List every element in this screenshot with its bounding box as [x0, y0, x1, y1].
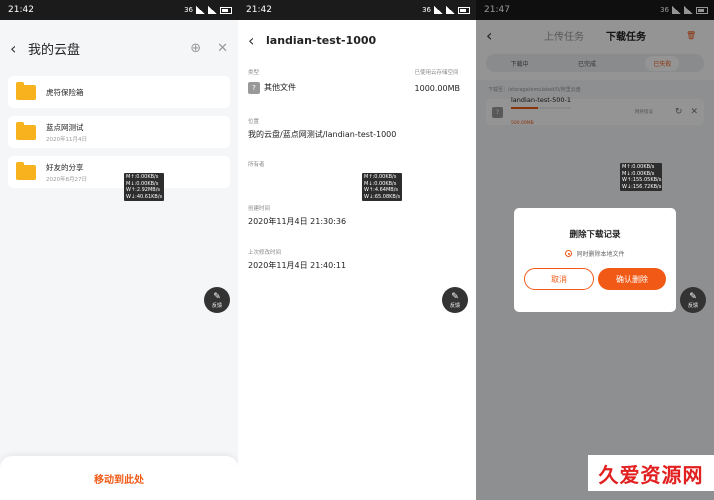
- page-title: landian-test-1000: [266, 33, 377, 47]
- move-here-button[interactable]: 移动到此处: [0, 456, 238, 500]
- signal-icon: [208, 6, 217, 14]
- page-title: 我的云盘: [28, 42, 81, 58]
- speed-line: W↓:156.72KB/s: [622, 183, 662, 190]
- speed-line: M↑:0.00KB/s: [622, 164, 655, 170]
- signal-icon: [446, 6, 455, 14]
- modified-label: 上次修改时间: [248, 250, 282, 256]
- speed-line: M↑:0.00KB/s: [126, 174, 159, 180]
- edit-icon: ✎: [213, 291, 221, 302]
- top-nav: ‹ landian-test-1000: [238, 20, 476, 60]
- owner-label: 所有者: [248, 162, 265, 168]
- shared-folder-icon: [16, 161, 36, 180]
- delete-dialog: 删除下载记录 同时删除本地文件 取消 确认删除: [514, 208, 676, 312]
- close-icon[interactable]: ✕: [217, 41, 228, 56]
- used-value: 1000.00MB: [414, 84, 460, 93]
- battery-icon: [220, 6, 232, 14]
- speed-line: W↑:155.05KB/s: [622, 177, 662, 183]
- battery-icon: [458, 6, 470, 14]
- radio-icon[interactable]: [565, 250, 573, 257]
- move-here-label: 移动到此处: [94, 474, 144, 486]
- edit-icon: ✎: [689, 291, 697, 302]
- speed-line: W↓:40.61KB/s: [126, 193, 163, 200]
- signal-icon: [196, 6, 205, 14]
- new-folder-icon[interactable]: ⊕: [190, 41, 201, 56]
- detail-panel: 类型 ? 其他文件 已使用云存储空间 1000.00MB 位置 我的云盘/蓝点网测…: [238, 60, 476, 500]
- folder-icon: [16, 121, 36, 140]
- status-time: 21:42: [8, 5, 34, 15]
- feedback-label: 反馈: [449, 302, 460, 309]
- screen-my-drive: 21:42 36 ‹ 我的云盘 ⊕ ✕ 虎符保险箱 蓝点网测试 2020年11月…: [0, 0, 238, 500]
- dialog-title: 删除下载记录: [569, 230, 621, 240]
- feedback-button[interactable]: ✎ 反馈: [442, 287, 468, 313]
- status-bar: 21:42 36: [0, 0, 238, 20]
- speed-line: W↑:4.64MB/s: [364, 187, 398, 193]
- folder-name: 好友的分享: [46, 162, 84, 172]
- folder-item[interactable]: 好友的分享 2020年8月27日: [8, 156, 230, 188]
- back-icon[interactable]: ‹: [248, 31, 266, 50]
- status-time: 21:42: [246, 5, 272, 15]
- modified-value: 2020年11月4日 21:40:11: [248, 261, 347, 270]
- back-icon[interactable]: ‹: [10, 39, 28, 58]
- top-nav: ‹ 我的云盘 ⊕ ✕: [0, 20, 238, 76]
- folder-date: 2020年11月4日: [46, 136, 87, 143]
- used-label: 已使用云存储空间: [414, 70, 459, 76]
- delete-local-label: 同时删除本地文件: [576, 251, 625, 258]
- status-icons: 36: [422, 6, 470, 14]
- speed-overlay: M↑:0.00KB/s M↓:0.00KB/s W↑:2.92MB/s W↓:4…: [124, 173, 164, 201]
- speed-line: M↑:0.00KB/s: [364, 174, 397, 180]
- screen-file-detail: 21:42 36 ‹ landian-test-1000 类型 ? 其他文件 已…: [238, 0, 476, 500]
- folder-item[interactable]: 蓝点网测试 2020年11月4日: [8, 116, 230, 148]
- screen-transfer-tasks: 21:47 36 ‹ 上传任务 下载任务 🗑 下载中 已完成 已失败 下载至：/…: [476, 0, 714, 500]
- folder-name: 虎符保险箱: [46, 87, 84, 97]
- status-bar: 21:42 36: [238, 0, 476, 20]
- speed-overlay: M↑:0.00KB/s M↓:0.00KB/s W↑:155.05KB/s W↓…: [620, 163, 662, 191]
- unknown-file-icon: ?: [248, 82, 260, 94]
- confirm-delete-button[interactable]: 确认删除: [598, 268, 666, 290]
- feedback-label: 反馈: [687, 302, 698, 309]
- edit-icon: ✎: [451, 291, 459, 302]
- screens: 21:42 36 ‹ 我的云盘 ⊕ ✕ 虎符保险箱 蓝点网测试 2020年11月…: [0, 0, 714, 500]
- cancel-button[interactable]: 取消: [524, 268, 594, 290]
- speed-overlay: M↑:0.00KB/s M↓:0.00KB/s W↑:4.64MB/s W↓:6…: [362, 173, 402, 201]
- speed-line: W↑:2.92MB/s: [126, 187, 160, 193]
- status-icons: 36: [184, 6, 232, 14]
- location-value: 我的云盘/蓝点网测试/landian-test-1000: [248, 130, 397, 139]
- folder-icon: [16, 81, 36, 100]
- folder-name: 蓝点网测试: [46, 122, 84, 132]
- speed-line: W↓:65.08KB/s: [364, 193, 401, 200]
- folder-date: 2020年8月27日: [46, 176, 87, 183]
- network-indicator: 36: [422, 6, 431, 14]
- watermark: 久爱资源网: [588, 455, 714, 491]
- created-label: 创建时间: [248, 206, 271, 212]
- folder-item[interactable]: 虎符保险箱: [8, 76, 230, 108]
- signal-icon: [434, 6, 443, 14]
- feedback-button[interactable]: ✎ 反馈: [204, 287, 230, 313]
- location-label: 位置: [248, 119, 260, 125]
- feedback-button[interactable]: ✎ 反馈: [680, 287, 706, 313]
- network-indicator: 36: [184, 6, 193, 14]
- delete-local-option[interactable]: 同时删除本地文件: [524, 249, 666, 258]
- type-value: 其他文件: [264, 83, 296, 92]
- feedback-label: 反馈: [211, 302, 222, 309]
- type-label: 类型: [248, 70, 260, 76]
- created-value: 2020年11月4日 21:30:36: [248, 217, 347, 226]
